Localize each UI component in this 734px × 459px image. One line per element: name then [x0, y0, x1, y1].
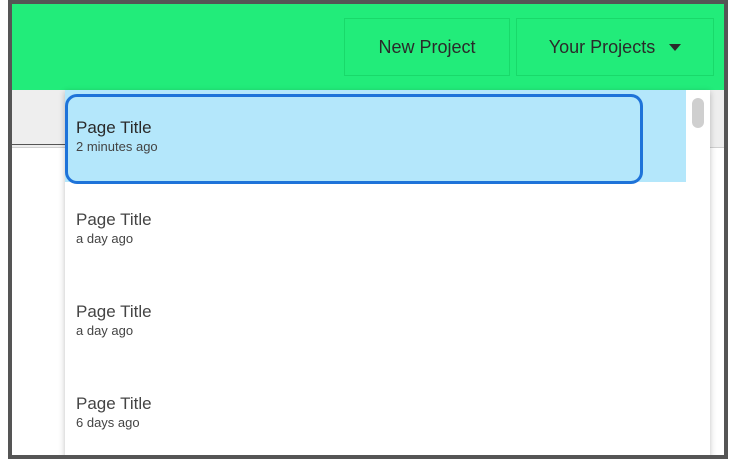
project-item[interactable]: Page Title a day ago [65, 182, 686, 274]
scrollbar[interactable] [686, 90, 710, 455]
project-item[interactable]: Page Title a day ago [65, 274, 686, 366]
callout-line [12, 144, 69, 145]
project-item[interactable]: Page Title 2 minutes ago [65, 90, 686, 182]
your-projects-label: Your Projects [548, 36, 656, 57]
project-time: a day ago [76, 231, 134, 246]
project-item[interactable]: Page Title 6 days ago [65, 366, 686, 455]
project-title: Page Title [76, 118, 152, 137]
project-time: 6 days ago [76, 415, 140, 430]
caret-down-icon [669, 43, 682, 51]
new-project-button[interactable]: New Project [344, 18, 510, 76]
new-project-label: New Project [378, 36, 476, 57]
projects-list: Page Title 2 minutes ago Page Title a da… [65, 90, 686, 455]
project-title: Page Title [76, 302, 152, 321]
project-time: a day ago [76, 323, 134, 338]
your-projects-button[interactable]: Your Projects [516, 18, 714, 76]
top-bar: New Project Your Projects [12, 4, 724, 90]
projects-dropdown: Page Title 2 minutes ago Page Title a da… [65, 90, 710, 455]
project-time: 2 minutes ago [76, 139, 158, 154]
project-title: Page Title [76, 394, 152, 413]
app-window: New Project Your Projects Page Title 2 m… [8, 0, 728, 459]
scrollbar-thumb[interactable] [692, 98, 704, 128]
project-title: Page Title [76, 210, 152, 229]
